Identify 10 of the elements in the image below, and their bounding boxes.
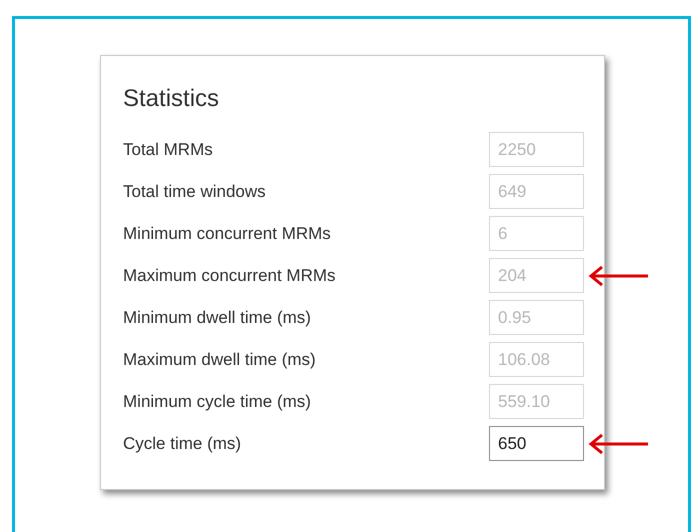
field-label: Minimum cycle time (ms) bbox=[123, 390, 312, 413]
field-label: Minimum concurrent MRMs bbox=[123, 222, 332, 245]
field-label: Maximum dwell time (ms) bbox=[123, 348, 317, 371]
field-label: Total time windows bbox=[123, 180, 267, 203]
field-label: Cycle time (ms) bbox=[123, 432, 242, 455]
field-label: Total MRMs bbox=[123, 138, 214, 161]
value-field[interactable]: 650 bbox=[489, 426, 584, 461]
field-label: Maximum concurrent MRMs bbox=[123, 264, 337, 287]
field-label: Minimum dwell time (ms) bbox=[123, 306, 312, 329]
panel-title: Statistics bbox=[123, 84, 220, 114]
